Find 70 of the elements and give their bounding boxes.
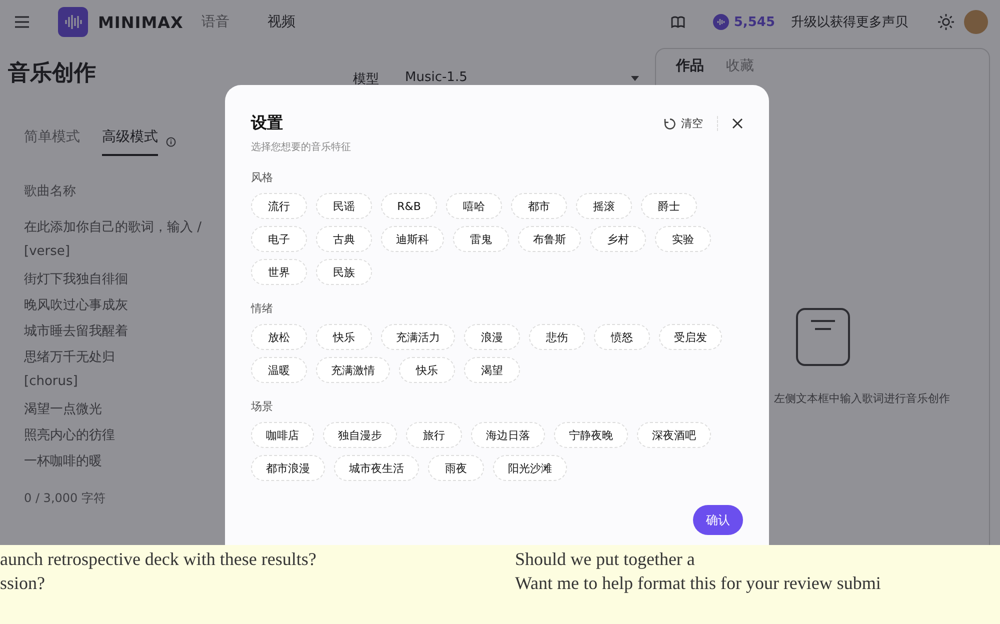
dialog-title: 设置 <box>251 113 284 134</box>
sun-icon[interactable] <box>938 14 954 30</box>
tag-chip[interactable]: 布鲁斯 <box>518 226 581 252</box>
chat-text: Want me to help format this for your review submi <box>514 572 882 595</box>
dialog-subtitle: 选择您想要的音乐特征 <box>251 140 352 154</box>
caret-icon[interactable] <box>631 76 639 81</box>
tag-chip[interactable]: 放松 <box>251 324 307 350</box>
tag-chip[interactable]: 温暖 <box>251 357 307 383</box>
tag-chip[interactable]: 城市夜生活 <box>334 455 419 481</box>
tag-chip[interactable]: 电子 <box>251 226 307 252</box>
tag-chip[interactable]: 愤怒 <box>594 324 650 350</box>
clear-button[interactable]: 清空 <box>664 116 718 131</box>
tag-chip[interactable]: 旅行 <box>406 422 462 448</box>
tag-chip[interactable]: 都市浪漫 <box>251 455 325 481</box>
results-tab[interactable]: 作品 <box>676 57 704 75</box>
section-label: 风格 <box>251 170 274 185</box>
book-icon[interactable] <box>670 16 685 28</box>
tag-chip[interactable]: 雨夜 <box>428 455 484 481</box>
tag-chip[interactable]: 渴望 <box>464 357 520 383</box>
section-label: 情绪 <box>251 301 274 316</box>
empty-hint: 左侧文本框中输入歌词进行音乐创作 <box>774 391 950 406</box>
tag-chip[interactable]: R&B <box>381 193 437 219</box>
tag-chip[interactable]: 爵士 <box>641 193 697 219</box>
tag-chip[interactable]: 独自漫步 <box>323 422 397 448</box>
brand-name: MINIMAX <box>98 12 184 32</box>
tag-chip[interactable]: 阳光沙滩 <box>493 455 567 481</box>
tag-chip[interactable]: 嘻哈 <box>446 193 502 219</box>
menu-icon[interactable] <box>14 16 30 28</box>
tag-chip[interactable]: 浪漫 <box>464 324 520 350</box>
character-count: 0 / 3,000 字符 <box>24 490 106 507</box>
tag-chip[interactable]: 古典 <box>316 226 372 252</box>
confirm-button[interactable]: 确认 <box>693 505 743 535</box>
refresh-icon <box>664 118 676 130</box>
tag-chip[interactable]: 悲伤 <box>529 324 585 350</box>
section-label: 场景 <box>251 399 274 414</box>
model-dropdown[interactable]: Music-1.5 <box>405 70 605 85</box>
tag-chip[interactable]: 民谣 <box>316 193 372 219</box>
page-title: 音乐创作 <box>8 60 97 88</box>
close-icon[interactable] <box>732 118 743 129</box>
tag-chip[interactable]: 民族 <box>316 259 372 285</box>
tag-chip[interactable]: 世界 <box>251 259 307 285</box>
model-label: 模型 <box>353 71 379 88</box>
tag-chip[interactable]: 快乐 <box>399 357 455 383</box>
tag-chip[interactable]: 流行 <box>251 193 307 219</box>
tag-chip[interactable]: 深夜酒吧 <box>637 422 711 448</box>
tag-chip[interactable]: 实验 <box>655 226 711 252</box>
tag-chip[interactable]: 咖啡店 <box>251 422 314 448</box>
chat-text: Should we put together a <box>514 548 696 571</box>
tag-chip[interactable]: 受启发 <box>659 324 722 350</box>
upgrade-link[interactable]: 升级以获得更多声贝 <box>791 13 908 31</box>
coin-icon <box>712 14 729 30</box>
tag-chip[interactable]: 乡村 <box>590 226 646 252</box>
lyrics-field[interactable]: 在此添加你自己的歌词，输入 / [verse] 街灯下我独自徘徊 晚风吹过心事成灰 城市睡去留我醒着 思绪万千无处归 [chorus] 渴望一点微光 照亮内心的彷徨 一杯咖啡的暖 <box>24 218 225 478</box>
logo-icon <box>58 7 88 37</box>
tag-chip[interactable]: 都市 <box>511 193 567 219</box>
tag-chip[interactable]: 摇滚 <box>576 193 632 219</box>
tag-chip[interactable]: 迪斯科 <box>381 226 444 252</box>
tag-chip[interactable]: 宁静夜晚 <box>554 422 628 448</box>
chat-text: ssion? <box>0 572 46 595</box>
credit-count: 5,545 <box>734 14 775 30</box>
nav-link[interactable]: 视频 <box>267 13 296 31</box>
tag-chip[interactable]: 快乐 <box>316 324 372 350</box>
tag-chip[interactable]: 海边日落 <box>471 422 545 448</box>
tag-chip[interactable]: 充满活力 <box>381 324 455 350</box>
info-icon[interactable] <box>166 137 176 147</box>
mode-tab[interactable]: 高级模式 <box>102 128 158 156</box>
chat-text: aunch retrospective deck with these results? <box>0 548 318 571</box>
tag-chip[interactable]: 充满激情 <box>316 357 390 383</box>
tag-chip[interactable]: 雷鬼 <box>453 226 509 252</box>
document-icon <box>794 307 850 367</box>
